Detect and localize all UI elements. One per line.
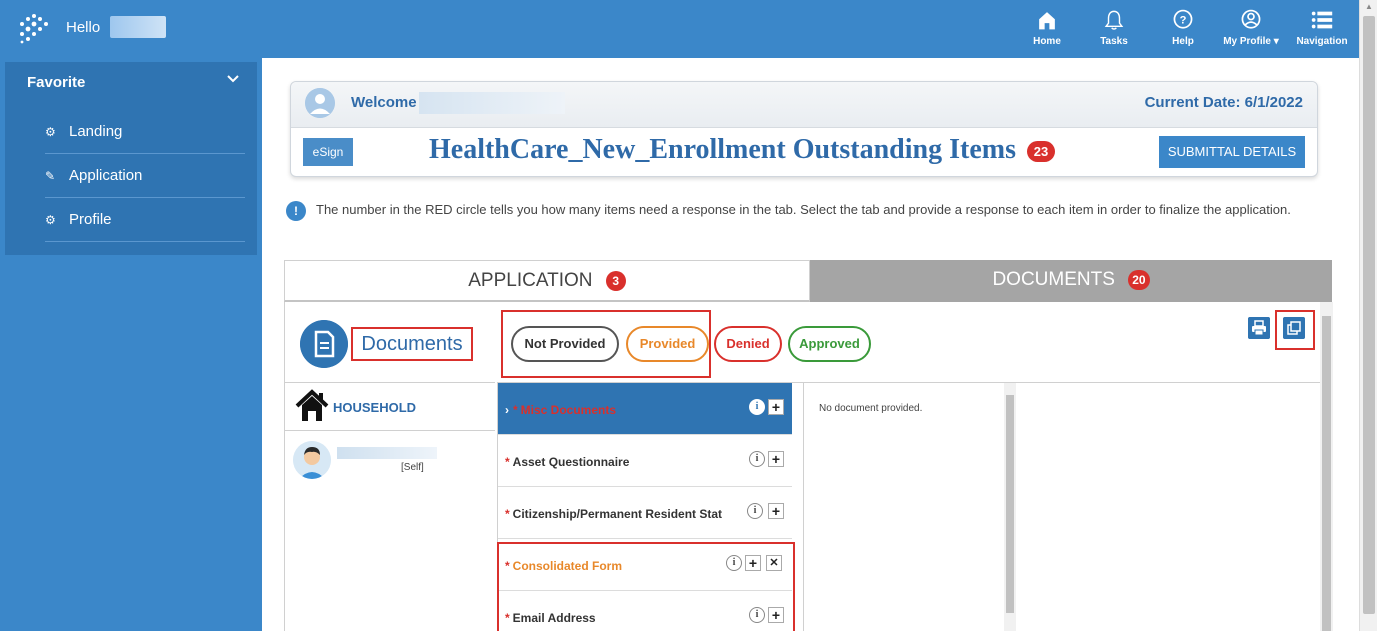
list-item[interactable]: › * Misc Documents i + <box>498 383 792 435</box>
nav-my-profile-button[interactable]: My Profile ▾ <box>1216 6 1286 52</box>
nav-help-label: Help <box>1172 36 1194 47</box>
add-icon[interactable]: + <box>768 451 784 467</box>
sidebar-item-label: Application <box>69 167 143 184</box>
hello-text: Hello <box>66 19 101 36</box>
documents-panel: Documents Not Provided Provided Denied A… <box>284 302 1333 631</box>
documents-scrollbar-thumb[interactable] <box>1322 316 1331 631</box>
document-name-text: Asset Questionnaire <box>512 455 630 469</box>
current-date: Current Date: 6/1/2022 <box>1144 94 1303 111</box>
add-icon[interactable]: + <box>768 399 784 415</box>
required-asterisk-icon: * <box>505 455 510 469</box>
tab-documents[interactable]: DOCUMENTS 20 <box>810 260 1332 302</box>
add-icon[interactable]: + <box>768 503 784 519</box>
info-icon[interactable]: i <box>749 399 765 415</box>
avatar-icon <box>305 88 335 118</box>
menu-icon <box>1311 11 1333 29</box>
document-icon <box>300 320 348 368</box>
print-icon[interactable] <box>1248 317 1270 339</box>
document-highlight-box <box>497 542 795 631</box>
document-name-text: Misc Documents <box>520 403 617 417</box>
copy-icon[interactable] <box>1283 317 1305 339</box>
favorite-panel: Favorite ⚙ Landing ✎ Application ⚙ Profi… <box>5 62 257 255</box>
top-bar: Hello Home Tasks ? Help My Profile ▾ Nav… <box>0 0 1359 58</box>
sidebar-item-profile[interactable]: ⚙ Profile <box>45 198 245 242</box>
status-not-provided-pill[interactable]: Not Provided <box>511 326 619 362</box>
sidebar: Favorite ⚙ Landing ✎ Application ⚙ Profi… <box>0 58 262 631</box>
document-name-text: Citizenship/Permanent Resident Stat <box>512 507 723 521</box>
logo-icon[interactable] <box>18 12 50 44</box>
page-scrollbar-thumb[interactable] <box>1363 16 1375 614</box>
tab-application[interactable]: APPLICATION 3 <box>284 260 810 302</box>
favorite-heading[interactable]: Favorite <box>27 74 85 91</box>
help-icon: ? <box>1173 9 1193 29</box>
page-title-text: HealthCare_New_Enrollment Outstanding It… <box>429 134 1016 165</box>
document-name: * Asset Questionnaire <box>505 455 737 469</box>
welcome-label: Welcome <box>351 94 417 111</box>
document-detail-panel: No document provided. <box>803 382 1320 631</box>
welcome-card: Welcome Current Date: 6/1/2022 eSign Hea… <box>290 81 1318 177</box>
status-denied-pill[interactable]: Denied <box>714 326 782 362</box>
document-name: › * Misc Documents <box>505 403 737 417</box>
profile-icon <box>1241 9 1261 29</box>
documents-scrollbar[interactable] <box>1320 302 1333 631</box>
nav-my-profile-label: My Profile ▾ <box>1223 36 1279 47</box>
main-content: Welcome Current Date: 6/1/2022 eSign Hea… <box>262 58 1359 631</box>
required-asterisk-icon: * <box>505 507 510 521</box>
esign-button[interactable]: eSign <box>303 138 353 166</box>
nav-home-label: Home <box>1033 36 1061 47</box>
svg-text:?: ? <box>1180 14 1187 26</box>
user-name-redacted <box>419 92 565 114</box>
nav-tasks-button[interactable]: Tasks <box>1097 6 1131 52</box>
tab-documents-count-badge: 20 <box>1128 269 1150 290</box>
nav-home-button[interactable]: Home <box>1030 6 1064 52</box>
list-item[interactable]: * Citizenship/Permanent Resident Stat i + <box>498 487 792 539</box>
tab-documents-label: DOCUMENTS <box>992 269 1115 290</box>
edit-icon: ✎ <box>45 168 56 183</box>
avatar[interactable] <box>293 441 331 479</box>
nav-tasks-label: Tasks <box>1100 36 1128 47</box>
house-icon <box>295 389 329 421</box>
info-message: The number in the RED circle tells you h… <box>316 202 1291 217</box>
tab-application-label: APPLICATION <box>468 270 593 291</box>
tab-bar: APPLICATION 3 DOCUMENTS 20 <box>284 260 1332 302</box>
status-approved-pill[interactable]: Approved <box>788 326 871 362</box>
outstanding-count-badge: 23 <box>1026 141 1055 163</box>
chevron-right-icon: › <box>505 403 509 417</box>
gear-icon: ⚙ <box>45 124 56 139</box>
member-name-redacted <box>337 447 437 459</box>
bell-icon <box>1104 10 1124 30</box>
scroll-up-arrow-icon[interactable]: ▲ <box>1360 0 1377 14</box>
sidebar-item-label: Profile <box>69 211 112 228</box>
required-asterisk-icon: * <box>513 403 518 417</box>
status-provided-pill[interactable]: Provided <box>626 326 709 362</box>
documents-heading: Documents <box>351 327 473 361</box>
gear-icon: ⚙ <box>45 212 56 227</box>
document-detail-text: No document provided. <box>819 403 923 414</box>
document-name: * Citizenship/Permanent Resident Stat <box>505 507 737 521</box>
member-relation: [Self] <box>401 462 424 473</box>
submittal-details-button[interactable]: SUBMITTAL DETAILS <box>1159 136 1305 168</box>
household-header[interactable]: HOUSEHOLD <box>285 383 495 431</box>
household-panel: HOUSEHOLD [Self] <box>285 382 495 631</box>
list-item[interactable]: * Asset Questionnaire i + <box>498 435 792 487</box>
chevron-down-icon[interactable] <box>227 72 239 86</box>
info-icon[interactable]: i <box>747 503 763 519</box>
info-icon[interactable]: i <box>749 451 765 467</box>
sidebar-item-application[interactable]: ✎ Application <box>45 154 245 198</box>
tab-application-count-badge: 3 <box>605 270 626 291</box>
user-name-redacted <box>110 16 166 38</box>
household-label: HOUSEHOLD <box>333 400 417 415</box>
nav-help-button[interactable]: ? Help <box>1166 6 1200 52</box>
sidebar-item-landing[interactable]: ⚙ Landing <box>45 110 245 154</box>
page-scrollbar[interactable]: ▲ <box>1359 0 1377 631</box>
welcome-header: Welcome Current Date: 6/1/2022 <box>291 82 1317 128</box>
sidebar-item-label: Landing <box>69 123 123 140</box>
home-icon <box>1039 12 1055 30</box>
nav-navigation-label: Navigation <box>1296 36 1348 47</box>
nav-navigation-button[interactable]: Navigation <box>1291 6 1353 52</box>
page-title: HealthCare_New_Enrollment Outstanding It… <box>429 134 1055 166</box>
